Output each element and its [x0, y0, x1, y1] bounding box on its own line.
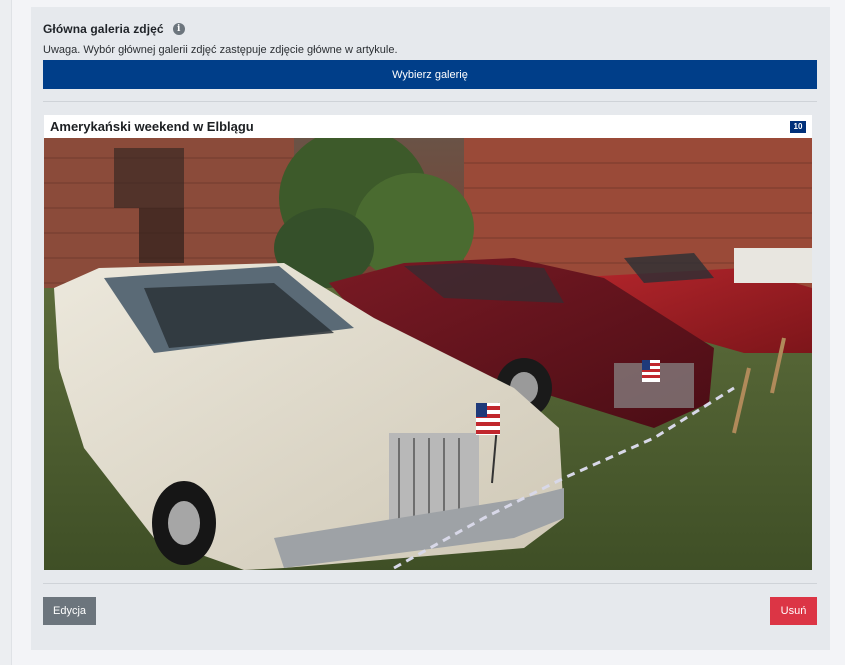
section-note: Uwaga. Wybór głównej galerii zdjęć zastę…	[43, 44, 398, 56]
title-row: Główna galeria zdjęć i	[43, 21, 818, 37]
main-gallery-panel: Główna galeria zdjęć i Uwaga. Wybór głów…	[31, 7, 830, 650]
edit-button[interactable]: Edycja	[43, 597, 96, 625]
divider	[43, 583, 817, 584]
gallery-title: Amerykański weekend w Elblągu	[50, 119, 254, 134]
choose-gallery-button[interactable]: Wybierz galerię	[43, 60, 817, 89]
gallery-header: Amerykański weekend w Elblągu 10	[44, 115, 812, 138]
divider	[43, 101, 817, 102]
page-left-edge	[0, 0, 12, 665]
delete-button[interactable]: Usuń	[770, 597, 817, 625]
section-title: Główna galeria zdjęć	[43, 22, 164, 36]
photo-count-badge: 10	[790, 120, 806, 133]
panel-header: Główna galeria zdjęć i Uwaga. Wybór głów…	[43, 21, 818, 57]
gallery-card: Amerykański weekend w Elblągu 10	[44, 115, 812, 570]
gallery-cover-photo	[44, 138, 812, 570]
info-icon[interactable]: i	[172, 23, 185, 35]
